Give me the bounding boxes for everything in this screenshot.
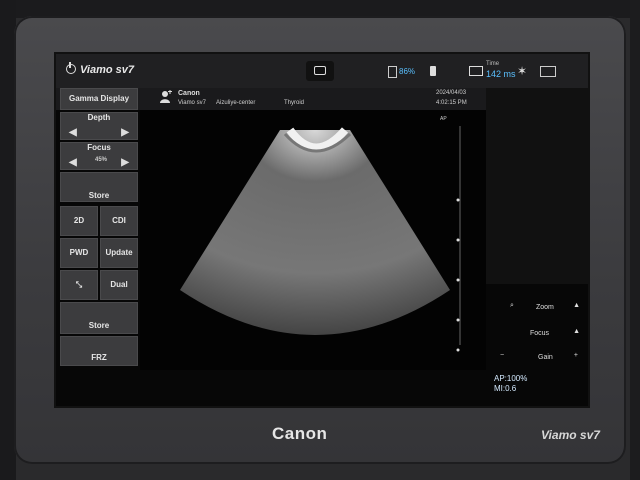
caliper-icon: ⤡ (75, 280, 83, 289)
ap-value: AP:100% (494, 374, 528, 383)
system-name: Viamo sv7 (178, 100, 206, 106)
mi-value: MI:0.6 (494, 384, 517, 393)
gain-control[interactable]: − Gain + (496, 348, 588, 368)
depth-label: Depth (87, 113, 111, 122)
store-top-label: Store (88, 191, 110, 200)
dual-button[interactable]: Dual (100, 270, 138, 300)
ultrasound-sector: AP (180, 116, 461, 352)
depth-increase-button[interactable]: ▶ (121, 127, 129, 138)
center-name: Aizuliye-center (216, 100, 256, 106)
zoom-label: Zoom (536, 304, 554, 311)
gain-minus[interactable]: − (500, 352, 504, 359)
screen: Viamo sv7 86% Time 142 ms ✶ Canon Viamo … (54, 52, 590, 408)
time-label: Time (486, 61, 500, 67)
freeze-label: FRZ (91, 353, 107, 362)
app-logo: Viamo sv7 (80, 64, 135, 76)
top-bar: Viamo sv7 86% Time 142 ms ✶ (56, 54, 588, 88)
mode-2d-button[interactable]: 2D (60, 206, 98, 236)
store-button[interactable]: Store (60, 302, 138, 334)
gain-label: Gain (538, 354, 553, 361)
exam-type: Thyroid (284, 100, 305, 106)
store-top-button[interactable]: Store (60, 172, 138, 202)
battery-icon (388, 66, 397, 78)
brightness-icon[interactable]: ✶ (517, 64, 529, 78)
freeze-button[interactable]: FRZ (60, 336, 138, 366)
zoom-up-icon: ▲ (573, 302, 580, 309)
focus-control: Focus ◀ 45% ▶ (60, 142, 138, 170)
gamma-display-button[interactable]: Gamma Display (60, 88, 138, 110)
bed-icon (469, 66, 483, 76)
right-panel (486, 88, 588, 284)
focus-up-icon: ▲ (573, 328, 580, 335)
acoustic-status: AP:100% MI:0.6 (494, 374, 527, 394)
focus-right-label: Focus (530, 330, 550, 337)
pwd-button[interactable]: PWD (60, 238, 98, 268)
keyboard-icon[interactable] (540, 66, 556, 77)
gain-plus[interactable]: + (574, 352, 578, 359)
svg-text:AP: AP (440, 116, 447, 122)
device-brand: Canon (272, 424, 328, 443)
focus-right-control[interactable]: Focus ▲ (496, 324, 588, 344)
focus-increase-button[interactable]: ▶ (121, 157, 129, 168)
exam-time: 4:02:15 PM (436, 100, 467, 106)
update-button[interactable]: Update (100, 238, 138, 268)
time-value: 142 ms (486, 69, 516, 79)
focus-decrease-button[interactable]: ◀ (69, 157, 77, 168)
depth-control: Depth ◀ ▶ (60, 112, 138, 140)
probe-icon (430, 66, 436, 76)
device-model: Viamo sv7 (541, 428, 600, 442)
focus-value: 45% (95, 157, 108, 163)
zoom-icon: ⌕ (510, 302, 514, 309)
store-label: Store (88, 321, 110, 330)
patient-icon[interactable] (160, 90, 172, 104)
zoom-control[interactable]: ⌕ Zoom ▲ (496, 298, 588, 318)
background-right (630, 0, 640, 480)
info-logo: Canon (178, 90, 200, 97)
exam-date: 2024/04/03 (436, 90, 467, 96)
power-icon[interactable] (66, 62, 76, 74)
battery-level: 86% (399, 67, 416, 76)
ultrasound-image-area[interactable]: AP (140, 110, 486, 370)
measure-button[interactable]: ⤡ (60, 270, 98, 300)
focus-label: Focus (87, 143, 111, 152)
camera-icon (314, 66, 326, 75)
depth-decrease-button[interactable]: ◀ (69, 127, 77, 138)
cdi-button[interactable]: CDI (100, 206, 138, 236)
left-panel: Gamma Display Depth ◀ ▶ Focus ◀ 45% ▶ St… (56, 88, 140, 370)
